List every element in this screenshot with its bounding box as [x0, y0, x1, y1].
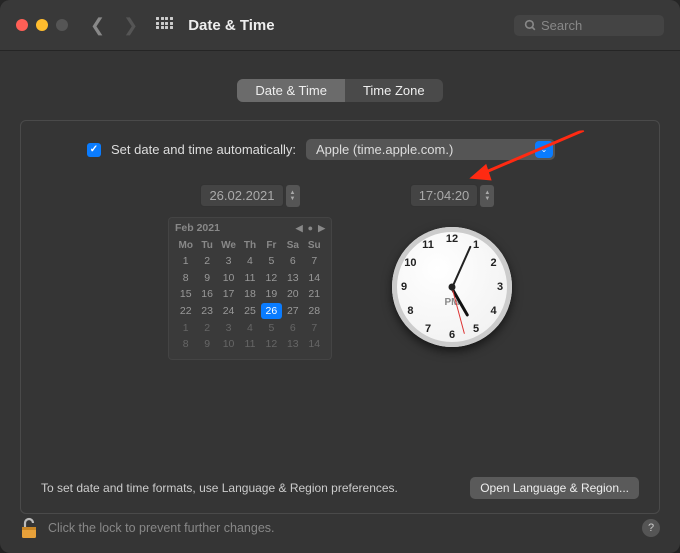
lock-open-icon[interactable]	[20, 517, 38, 539]
clock-number: 5	[473, 323, 479, 335]
cal-weekday: Th	[239, 238, 260, 253]
tab-segment: Date & Time Time Zone	[237, 79, 442, 102]
cal-weekday: Su	[304, 238, 325, 253]
cal-day[interactable]: 1	[175, 319, 196, 336]
cal-day[interactable]: 28	[304, 303, 325, 320]
minimize-window-button[interactable]	[36, 19, 48, 31]
cal-day[interactable]: 21	[304, 286, 325, 303]
date-column: 26.02.2021 ▲▼ Feb 2021 ◀ ● ▶	[168, 184, 332, 360]
cal-day[interactable]: 13	[282, 336, 303, 353]
cal-day[interactable]: 17	[218, 286, 239, 303]
calendar-month-label: Feb 2021	[175, 222, 220, 234]
tab-time-zone[interactable]: Time Zone	[345, 79, 443, 102]
cal-day[interactable]: 14	[304, 336, 325, 353]
cal-day[interactable]: 8	[175, 270, 196, 287]
clock-number: 3	[497, 281, 503, 293]
cal-day[interactable]: 25	[239, 303, 260, 320]
cal-weekday: Mo	[175, 238, 196, 253]
cal-day[interactable]: 26	[261, 303, 282, 320]
help-button[interactable]: ?	[642, 519, 660, 537]
cal-day[interactable]: 10	[218, 336, 239, 353]
cal-day[interactable]: 6	[282, 253, 303, 270]
preferences-window: ❮ ❯ Date & Time Search Date & Time Time …	[0, 0, 680, 553]
auto-checkbox[interactable]: ✓	[87, 143, 101, 157]
cal-weekday: Tu	[196, 238, 217, 253]
cal-day[interactable]: 1	[175, 253, 196, 270]
tab-date-time[interactable]: Date & Time	[237, 79, 345, 102]
cal-day[interactable]: 27	[282, 303, 303, 320]
cal-day[interactable]: 3	[218, 319, 239, 336]
cal-day[interactable]: 14	[304, 270, 325, 287]
cal-day[interactable]: 12	[261, 336, 282, 353]
cal-day[interactable]: 20	[282, 286, 303, 303]
calendar-grid: MoTuWeThFrSaSu 1234567891011121314151617…	[175, 238, 325, 353]
show-all-icon[interactable]	[156, 17, 172, 33]
window-title: Date & Time	[188, 17, 274, 34]
cal-weekday: Fr	[261, 238, 282, 253]
cal-day[interactable]: 2	[196, 319, 217, 336]
cal-day[interactable]: 4	[239, 253, 260, 270]
cal-day[interactable]: 4	[239, 319, 260, 336]
titlebar: ❮ ❯ Date & Time Search	[0, 0, 680, 51]
cal-day[interactable]: 18	[239, 286, 260, 303]
clock-number: 11	[422, 239, 434, 251]
cal-day[interactable]: 6	[282, 319, 303, 336]
clock-number: 4	[491, 305, 497, 317]
lock-row: Click the lock to prevent further change…	[20, 517, 660, 539]
cal-day[interactable]: 9	[196, 336, 217, 353]
format-hint: To set date and time formats, use Langua…	[41, 481, 398, 495]
calendar[interactable]: Feb 2021 ◀ ● ▶ MoTuWeThFrSaSu 1234567891…	[168, 217, 332, 360]
cal-day[interactable]: 10	[218, 270, 239, 287]
cal-day[interactable]: 15	[175, 286, 196, 303]
cal-today-icon[interactable]: ●	[308, 223, 313, 234]
cal-day[interactable]: 7	[304, 319, 325, 336]
search-icon	[524, 19, 537, 32]
cal-day[interactable]: 3	[218, 253, 239, 270]
time-column: 17:04:20 ▲▼ PM 121234567891011	[392, 184, 512, 360]
clock-number: 7	[425, 323, 431, 335]
cal-weekday: We	[218, 238, 239, 253]
window-controls	[16, 19, 68, 31]
clock-number: 1	[473, 239, 479, 251]
cal-day[interactable]: 13	[282, 270, 303, 287]
cal-day[interactable]: 22	[175, 303, 196, 320]
clock-number: 12	[446, 233, 458, 245]
cal-weekday: Sa	[282, 238, 303, 253]
cal-day[interactable]: 7	[304, 253, 325, 270]
auto-label: Set date and time automatically:	[111, 142, 296, 157]
clock-number: 8	[407, 305, 413, 317]
cal-day[interactable]: 8	[175, 336, 196, 353]
datetime-panel: ✓ Set date and time automatically: Apple…	[20, 120, 660, 514]
cal-day[interactable]: 5	[261, 253, 282, 270]
cal-day[interactable]: 19	[261, 286, 282, 303]
cal-day[interactable]: 9	[196, 270, 217, 287]
back-button[interactable]: ❮	[90, 15, 105, 36]
lock-text: Click the lock to prevent further change…	[48, 521, 275, 535]
cal-day[interactable]: 2	[196, 253, 217, 270]
analog-clock: PM 121234567891011	[392, 227, 512, 347]
clock-number: 10	[404, 257, 416, 269]
clock-number: 2	[491, 257, 497, 269]
time-server-value: Apple (time.apple.com.)	[316, 142, 453, 157]
cal-day[interactable]: 24	[218, 303, 239, 320]
cal-day[interactable]: 5	[261, 319, 282, 336]
cal-day[interactable]: 23	[196, 303, 217, 320]
date-stepper[interactable]: ▲▼	[286, 185, 300, 207]
cal-day[interactable]: 11	[239, 336, 260, 353]
search-input[interactable]: Search	[514, 15, 664, 36]
cal-prev-icon[interactable]: ◀	[296, 223, 303, 234]
open-language-region-button[interactable]: Open Language & Region...	[470, 477, 639, 499]
forward-button[interactable]: ❯	[123, 15, 138, 36]
minute-hand	[451, 246, 472, 289]
cal-day[interactable]: 11	[239, 270, 260, 287]
clock-number: 9	[401, 281, 407, 293]
cal-next-icon[interactable]: ▶	[318, 223, 325, 234]
annotation-arrow	[464, 129, 598, 190]
cal-day[interactable]: 12	[261, 270, 282, 287]
cal-day[interactable]: 16	[196, 286, 217, 303]
close-window-button[interactable]	[16, 19, 28, 31]
clock-number: 6	[449, 329, 455, 341]
zoom-window-button[interactable]	[56, 19, 68, 31]
date-field[interactable]: 26.02.2021	[200, 184, 283, 207]
